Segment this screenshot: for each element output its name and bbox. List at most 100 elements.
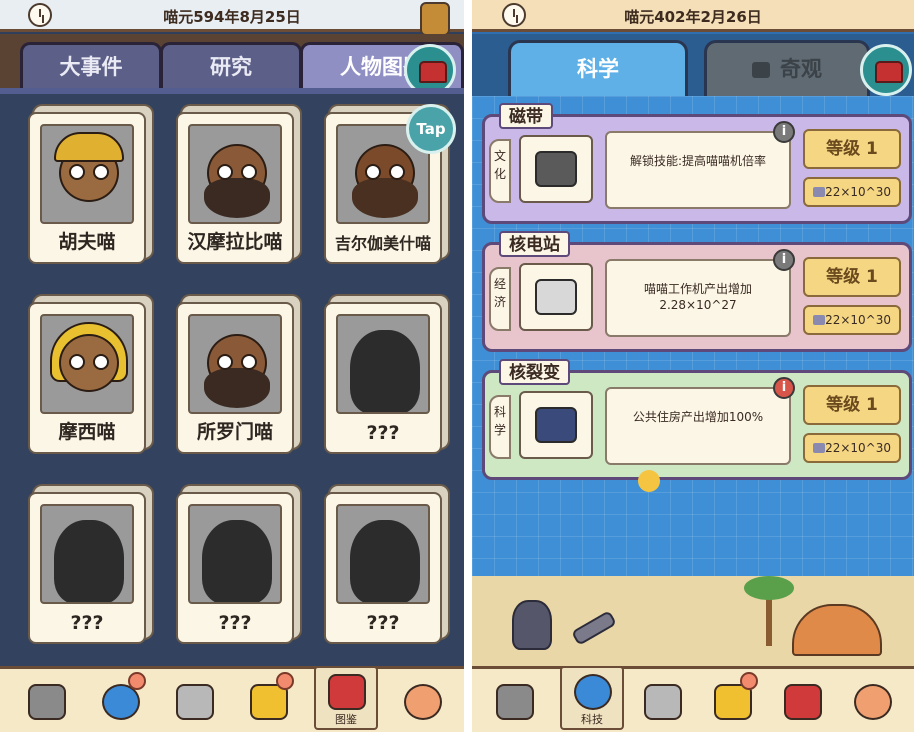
tech-title: 核裂变 bbox=[499, 359, 570, 385]
tech-category: 科学 bbox=[489, 395, 511, 459]
game-date: 喵元594年8月25日 bbox=[163, 8, 301, 26]
tab-science[interactable]: 科学 bbox=[508, 40, 688, 96]
cannon-icon bbox=[496, 684, 534, 720]
tech-description: 解锁技能:提高喵喵机倍率 bbox=[605, 131, 791, 209]
flask-icon bbox=[574, 674, 612, 710]
tech-card: 核电站 经济 喵喵工作机产出增加2.28×10^27 i 等级 1 4.22×1… bbox=[482, 231, 912, 352]
upgrade-level-button[interactable]: 等级 1 bbox=[803, 257, 901, 297]
bottom-nav: 图鉴 bbox=[0, 666, 464, 732]
character-portrait bbox=[40, 314, 134, 414]
character-name: 摩西喵 bbox=[58, 421, 116, 443]
tech-description: 公共住房产出增加100% bbox=[605, 387, 791, 465]
nav-gallery-label: 图鉴 bbox=[335, 713, 357, 726]
notification-dot bbox=[276, 672, 294, 690]
character-grid: 胡夫喵 汉摩拉比喵 吉尔伽美什喵 摩西喵 所罗门喵 ??? ??? ??? ??… bbox=[0, 88, 464, 666]
upgrade-cost: 4.22×10^30 bbox=[803, 305, 901, 335]
tech-category: 文化 bbox=[489, 139, 511, 203]
upgrade-level-button[interactable]: 等级 1 bbox=[803, 385, 901, 425]
character-name: 汉摩拉比喵 bbox=[187, 231, 283, 253]
cannon-icon bbox=[28, 684, 66, 720]
character-card[interactable]: 胡夫喵 bbox=[28, 112, 146, 264]
hut bbox=[792, 604, 882, 656]
character-card[interactable]: 摩西喵 bbox=[28, 302, 146, 454]
nav-gallery[interactable]: 图鉴 bbox=[314, 666, 378, 730]
character-name: ??? bbox=[70, 612, 104, 634]
book-icon bbox=[328, 674, 366, 710]
info-icon[interactable]: i bbox=[773, 121, 795, 143]
nav-gallery[interactable] bbox=[778, 678, 828, 726]
character-silhouette bbox=[336, 314, 430, 414]
date-bar: 喵元402年2月26日 bbox=[472, 0, 914, 32]
tech-title: 核电站 bbox=[499, 231, 570, 257]
bottom-nav: 科技 bbox=[472, 666, 914, 732]
cats-icon bbox=[404, 684, 442, 720]
landscape-scene bbox=[472, 576, 914, 666]
cats-icon bbox=[854, 684, 892, 720]
panel-divider bbox=[464, 0, 472, 732]
nav-cannon[interactable] bbox=[22, 678, 72, 726]
nav-storage[interactable] bbox=[708, 672, 758, 726]
character-card[interactable]: 所罗门喵 bbox=[176, 302, 294, 454]
tech-description: 喵喵工作机产出增加2.28×10^27 bbox=[605, 259, 791, 337]
character-silhouette bbox=[40, 504, 134, 604]
locked-character-card[interactable]: ??? bbox=[176, 492, 294, 644]
temple-icon bbox=[644, 684, 682, 720]
character-card[interactable]: 汉摩拉比喵 bbox=[176, 112, 294, 264]
tech-card: 核裂变 科学 公共住房产出增加100% i 等级 1 4.22×10^30 bbox=[482, 359, 912, 480]
nav-science[interactable]: 科技 bbox=[560, 666, 624, 730]
info-icon[interactable]: i bbox=[773, 377, 795, 399]
tab-wonders[interactable]: 奇观 bbox=[704, 40, 870, 96]
game-date: 喵元402年2月26日 bbox=[624, 8, 762, 26]
tech-list: 磁带 文化 解锁技能:提高喵喵机倍率 i 等级 1 4.22×10^30 核电站… bbox=[472, 96, 914, 666]
power-plant-icon bbox=[519, 263, 593, 331]
temple-icon bbox=[176, 684, 214, 720]
moon-icon bbox=[638, 470, 660, 492]
nav-buildings[interactable] bbox=[170, 678, 220, 726]
character-portrait bbox=[40, 124, 134, 224]
character-silhouette bbox=[336, 504, 430, 604]
character-name: 所罗门喵 bbox=[196, 421, 273, 443]
info-icon[interactable]: i bbox=[773, 249, 795, 271]
notification-dot bbox=[740, 672, 758, 690]
nav-cannon[interactable] bbox=[490, 678, 540, 726]
character-name: ??? bbox=[366, 612, 400, 634]
tech-card: 磁带 文化 解锁技能:提高喵喵机倍率 i 等级 1 4.22×10^30 bbox=[482, 103, 912, 224]
nav-science-label: 科技 bbox=[581, 713, 603, 726]
fission-icon bbox=[519, 391, 593, 459]
locked-character-card[interactable]: ??? bbox=[324, 302, 442, 454]
tap-button[interactable]: Tap bbox=[406, 104, 456, 154]
character-name: ??? bbox=[366, 422, 400, 444]
telescope-icon bbox=[570, 610, 618, 646]
tab-bar: 大事件 研究 人物图鉴 bbox=[0, 34, 464, 88]
nav-cats[interactable] bbox=[848, 678, 898, 726]
nav-science[interactable] bbox=[96, 672, 146, 726]
cassette-icon bbox=[519, 135, 593, 203]
cat-character bbox=[512, 600, 552, 650]
nav-cats[interactable] bbox=[398, 678, 448, 726]
notification-dot bbox=[128, 672, 146, 690]
character-name: 胡夫喵 bbox=[58, 231, 116, 253]
character-gallery-screen: 喵元594年8月25日 大事件 研究 人物图鉴 胡夫喵 汉摩拉比喵 吉尔伽美什喵… bbox=[0, 0, 464, 732]
book-icon bbox=[784, 684, 822, 720]
locked-character-card[interactable]: ??? bbox=[324, 492, 442, 644]
upgrade-cost: 4.22×10^30 bbox=[803, 433, 901, 463]
science-screen: 喵元402年2月26日 科学 奇观 磁带 文化 解锁技能:提高喵喵机倍率 i 等… bbox=[472, 0, 914, 732]
lock-icon bbox=[752, 62, 770, 78]
tech-title: 磁带 bbox=[499, 103, 553, 129]
upgrade-cost: 4.22×10^30 bbox=[803, 177, 901, 207]
character-portrait bbox=[188, 314, 282, 414]
character-name: 吉尔伽美什喵 bbox=[334, 234, 431, 253]
nav-buildings[interactable] bbox=[638, 678, 688, 726]
upgrade-level-button[interactable]: 等级 1 bbox=[803, 129, 901, 169]
treasure-chest-icon[interactable] bbox=[860, 44, 912, 96]
character-name: ??? bbox=[218, 612, 252, 634]
temple-icon[interactable] bbox=[420, 2, 450, 36]
locked-character-card[interactable]: ??? bbox=[28, 492, 146, 644]
character-portrait bbox=[188, 124, 282, 224]
tab-bar: 科学 奇观 bbox=[472, 34, 914, 96]
tab-research[interactable]: 研究 bbox=[160, 42, 302, 88]
palm-tree bbox=[744, 576, 794, 646]
date-bar: 喵元594年8月25日 bbox=[0, 0, 464, 36]
nav-storage[interactable] bbox=[244, 672, 294, 726]
tab-events[interactable]: 大事件 bbox=[20, 42, 162, 88]
